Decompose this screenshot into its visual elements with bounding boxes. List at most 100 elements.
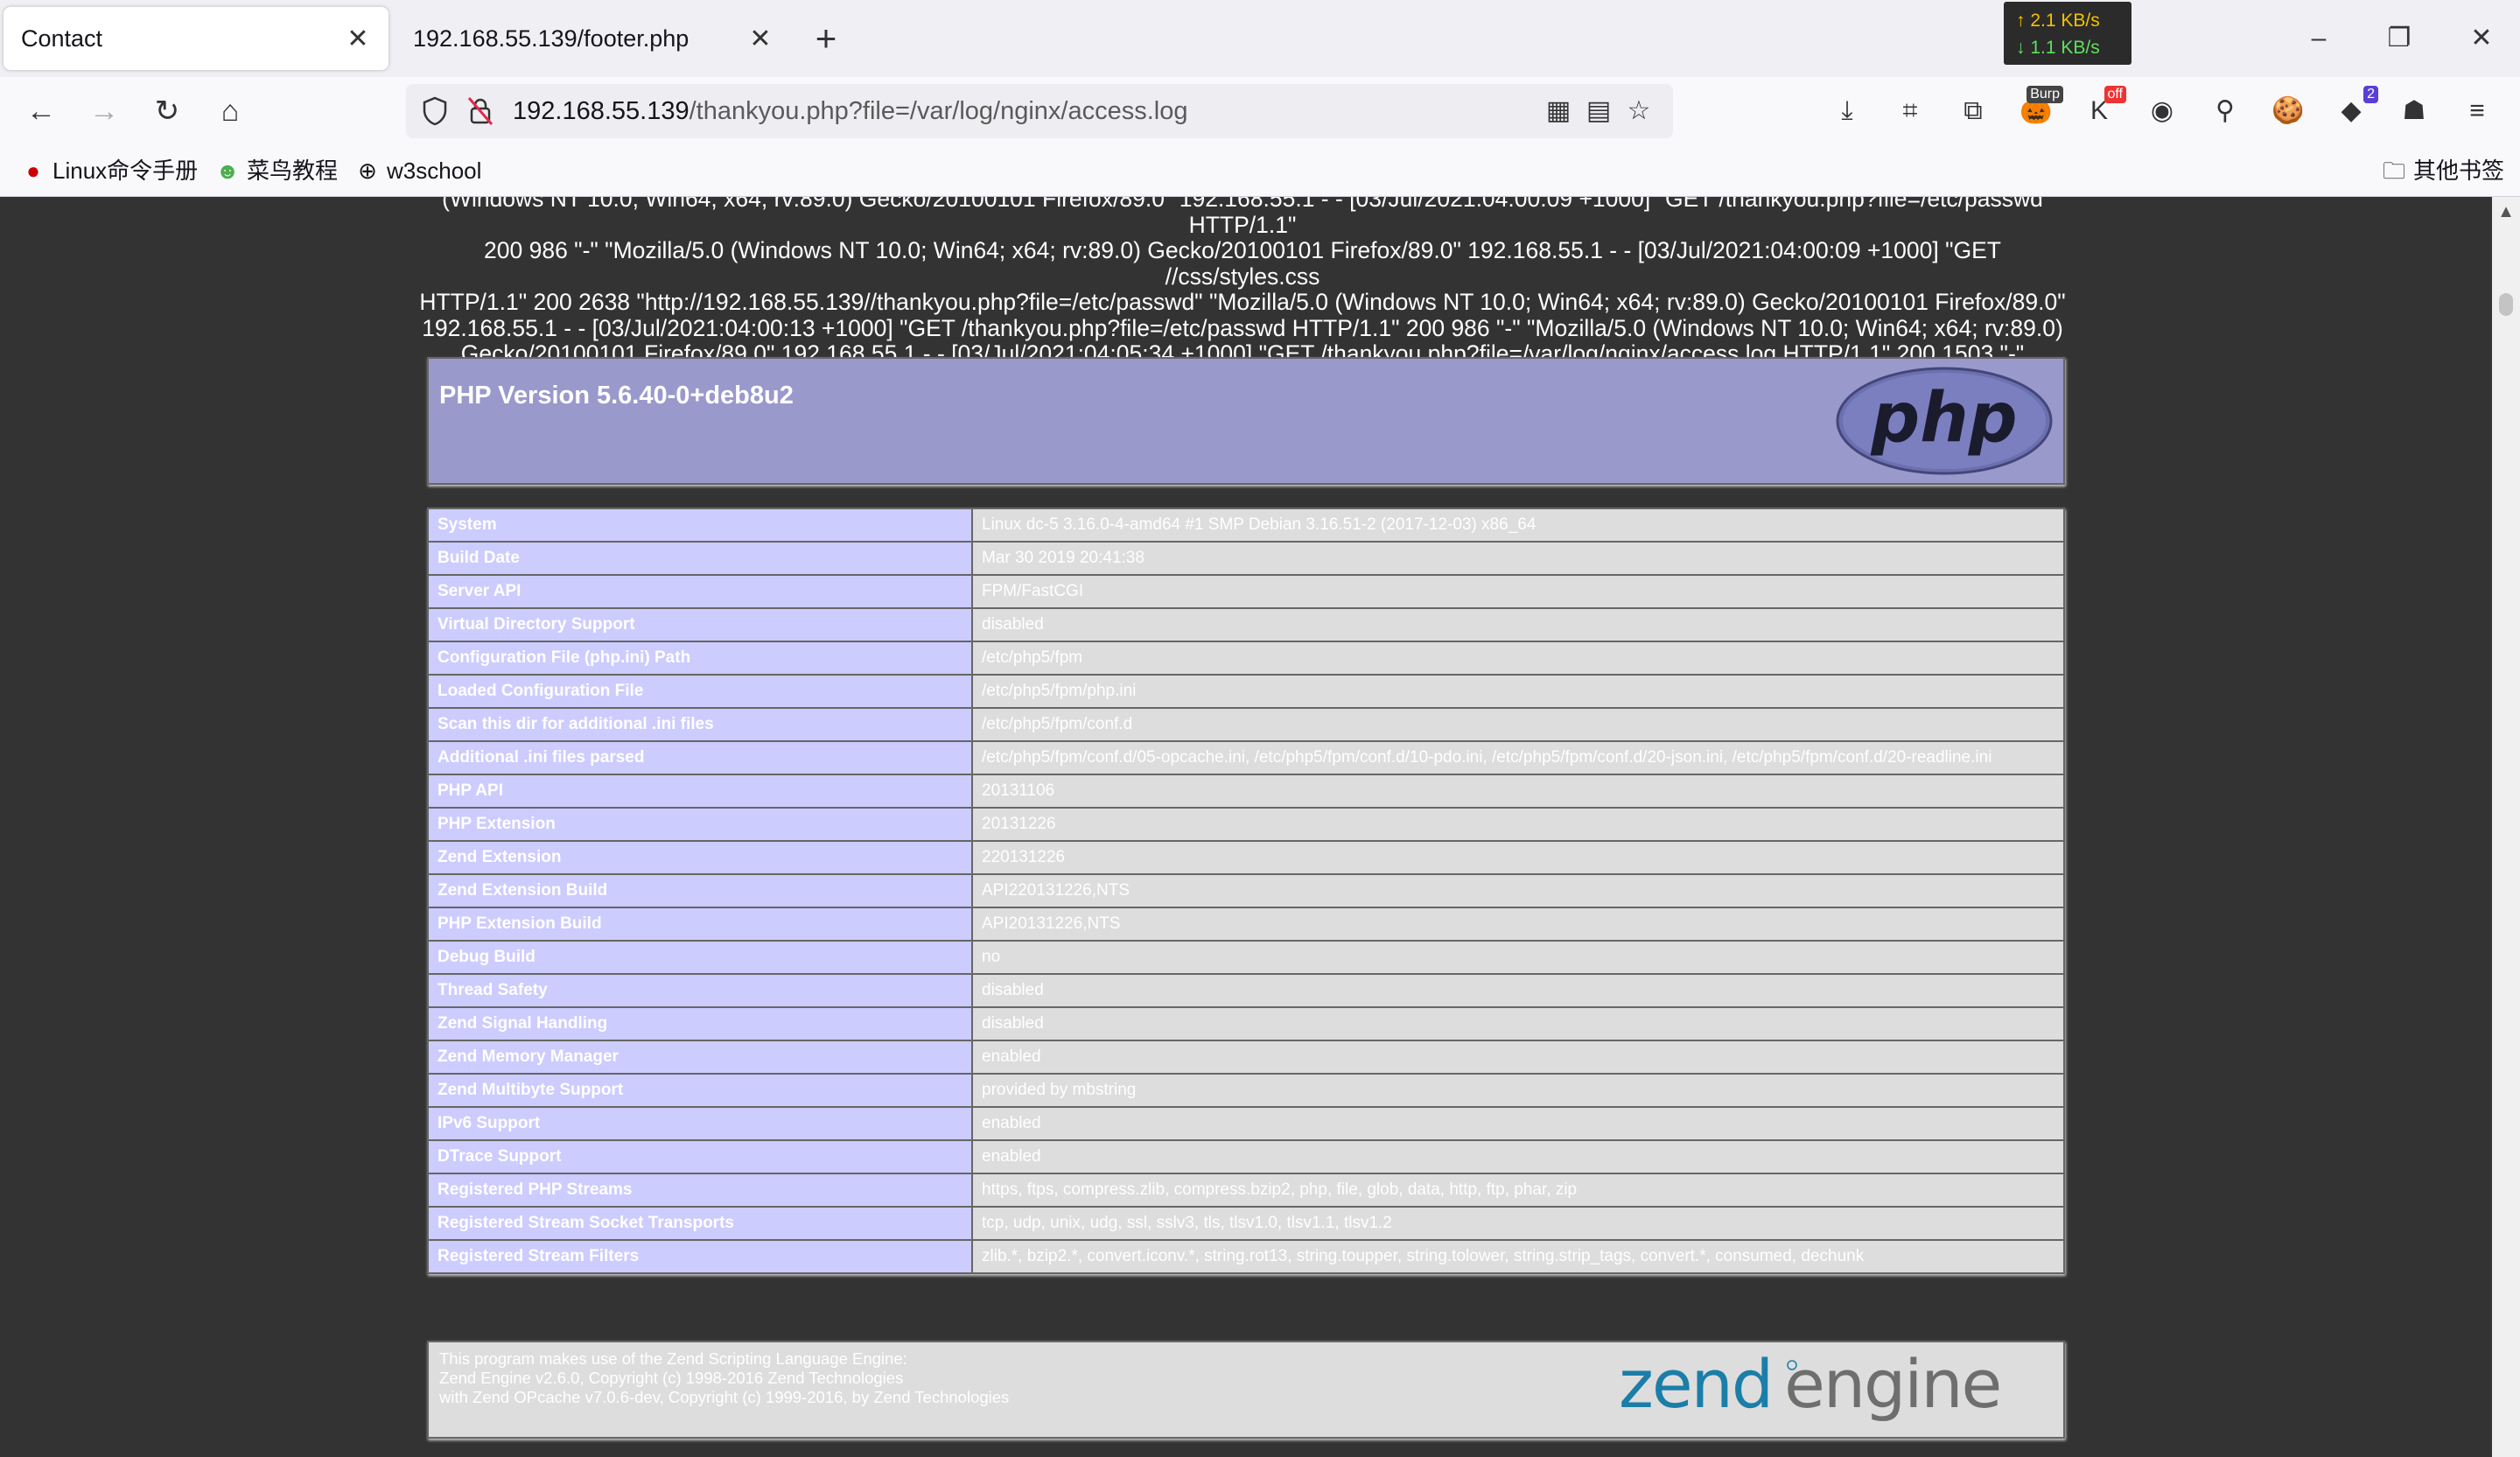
table-row: Registered Stream Socket Transports tcp, … xyxy=(427,1206,2065,1241)
tab-label: Contact xyxy=(21,25,103,52)
info-value-cell: API20131226,NTS xyxy=(971,907,2065,942)
zend-logo-part2: engine xyxy=(1784,1346,2000,1423)
info-value-cell: tcp, udp, unix, udg, ssl, sslv3, tls, tl… xyxy=(971,1206,2065,1241)
table-row: IPv6 Support enabled xyxy=(427,1106,2065,1141)
bookmark-linux[interactable]: ● Linux命令手册 xyxy=(19,154,198,187)
table-row: Debug Build no xyxy=(427,940,2065,975)
info-value-cell: 20131226 xyxy=(971,807,2065,842)
info-label-cell: Zend Extension Build xyxy=(427,873,973,908)
new-tab-plus-icon[interactable]: + xyxy=(805,18,847,60)
download-icon[interactable]: ⤓ xyxy=(1825,89,1869,133)
scroll-thumb[interactable] xyxy=(2499,293,2513,316)
table-row: Scan this dir for additional .ini files /… xyxy=(427,707,2065,742)
zend-engine-box: This program makes use of the Zend Scrip… xyxy=(427,1341,2065,1439)
table-row: PHP Extension Build API20131226,NTS xyxy=(427,907,2065,942)
table-row: Zend Multibyte Support provided by mbstri… xyxy=(427,1073,2065,1108)
screenshot-crop-icon[interactable]: ⌗ xyxy=(1888,89,1932,133)
info-label-cell: Zend Memory Manager xyxy=(427,1040,973,1075)
info-label-cell: Virtual Directory Support xyxy=(427,607,973,642)
php-version-header: PHP Version 5.6.40-0+deb8u2 php xyxy=(427,357,2065,485)
info-value-cell: /etc/php5/fpm/conf.d xyxy=(971,707,2065,742)
back-arrow-icon[interactable]: ← xyxy=(19,89,63,133)
tab-contact[interactable]: Contact ✕ xyxy=(4,7,388,70)
off-badge: off xyxy=(2104,86,2126,103)
folder-icon: 🗀 xyxy=(2382,158,2405,184)
page-scrollbar[interactable]: ▲ xyxy=(2492,197,2520,1457)
info-label-cell: DTrace Support xyxy=(427,1139,973,1174)
user-agent-icon[interactable]: ☗ xyxy=(2392,89,2436,133)
tag-extension-icon[interactable]: ◆ 2 xyxy=(2329,86,2378,133)
address-bar[interactable]: 192.168.55.139/thankyou.php?file=/var/lo… xyxy=(406,84,1673,138)
insecure-lock-icon[interactable] xyxy=(458,89,502,133)
cookie-icon[interactable]: 🍪 xyxy=(2266,89,2310,133)
info-label-cell: Zend Signal Handling xyxy=(427,1006,973,1041)
restore-window-icon[interactable]: ❐ xyxy=(2373,12,2426,65)
php-logo-text: php xyxy=(1870,379,2017,458)
info-value-cell: provided by mbstring xyxy=(971,1073,2065,1108)
info-label-cell: Additional .ini files parsed xyxy=(427,740,973,775)
info-value-cell: disabled xyxy=(971,973,2065,1008)
close-tab-icon[interactable]: ✕ xyxy=(345,24,371,54)
info-label-cell: PHP Extension xyxy=(427,807,973,842)
bookmarks-toolbar: ● Linux命令手册 ☻ 菜鸟教程 ⊕ w3school 🗀 其他书签 xyxy=(0,145,2520,197)
network-speed-widget: ↑ 2.1 KB/s ↓ 1.1 KB/s xyxy=(2004,2,2132,65)
tab-bar: Contact ✕ 192.168.55.139/footer.php ✕ + … xyxy=(0,0,2520,77)
page-content: (Windows NT 10.0; Win64; x64; rv:89.0) G… xyxy=(0,197,2492,1457)
menu-hamburger-icon[interactable]: ≡ xyxy=(2455,89,2499,133)
info-label-cell: Scan this dir for additional .ini files xyxy=(427,707,973,742)
proxy-switch-icon[interactable]: Koff xyxy=(2077,86,2126,133)
runoob-icon: ☻ xyxy=(215,158,240,184)
info-label-cell: Server API xyxy=(427,574,973,609)
zend-logo-part1: zend xyxy=(1619,1346,1772,1423)
info-value-cell: API220131226,NTS xyxy=(971,873,2065,908)
table-row: Registered PHP Streams https, ftps, compr… xyxy=(427,1173,2065,1208)
shield-icon[interactable] xyxy=(413,89,457,133)
info-label-cell: System xyxy=(427,508,973,543)
record-icon[interactable]: ◉ xyxy=(2140,89,2184,133)
tab-footer[interactable]: 192.168.55.139/footer.php ✕ xyxy=(396,7,791,70)
info-label-cell: Thread Safety xyxy=(427,973,973,1008)
url-text[interactable]: 192.168.55.139/thankyou.php?file=/var/lo… xyxy=(513,84,1187,138)
info-value-cell: Mar 30 2019 20:41:38 xyxy=(971,541,2065,576)
info-label-cell: Debug Build xyxy=(427,940,973,975)
close-tab-icon[interactable]: ✕ xyxy=(747,24,774,54)
forward-arrow-icon[interactable]: → xyxy=(82,89,126,133)
bookmark-runoob[interactable]: ☻ 菜鸟教程 xyxy=(214,154,338,187)
bookmark-w3school[interactable]: ⊕ w3school xyxy=(354,154,481,187)
close-window-icon[interactable]: ✕ xyxy=(2455,12,2508,65)
bookmark-label: 菜鸟教程 xyxy=(247,158,339,184)
upload-speed: ↑ 2.1 KB/s xyxy=(2016,11,2100,31)
table-row: Thread Safety disabled xyxy=(427,973,2065,1008)
info-value-cell: FPM/FastCGI xyxy=(971,574,2065,609)
info-value-cell: /etc/php5/fpm/php.ini xyxy=(971,674,2065,709)
table-row: Server API FPM/FastCGI xyxy=(427,574,2065,609)
info-label-cell: Loaded Configuration File xyxy=(427,674,973,709)
info-label-cell: PHP API xyxy=(427,774,973,809)
minimize-window-icon[interactable]: – xyxy=(2292,12,2345,65)
table-row: Additional .ini files parsed/etc/php5/fp… xyxy=(427,740,2065,775)
info-value-cell: disabled xyxy=(971,607,2065,642)
table-row: Configuration File (php.ini) Path/etc/ph… xyxy=(427,641,2065,676)
info-value-cell: enabled xyxy=(971,1139,2065,1174)
pin-location-icon[interactable]: ⚲ xyxy=(2203,89,2247,133)
other-bookmarks[interactable]: 🗀 其他书签 xyxy=(2380,154,2504,187)
navigation-bar: ← → ↻ ⌂ 192.168.55.139/thankyou.php?file… xyxy=(0,77,2520,145)
other-bookmarks-label: 其他书签 xyxy=(2413,158,2505,184)
table-row: Loaded Configuration File/etc/php5/fpm/p… xyxy=(427,674,2065,709)
info-value-cell: no xyxy=(971,940,2065,975)
extensions-puzzle-icon[interactable]: ⧉ xyxy=(1951,89,1995,133)
reader-view-icon[interactable]: ▤ xyxy=(1577,89,1620,133)
table-row: Zend Memory Manager enabled xyxy=(427,1040,2065,1075)
burp-proxy-icon[interactable]: 🎃 Burp xyxy=(2014,86,2063,133)
qr-code-icon[interactable]: ▦ xyxy=(1536,89,1580,133)
info-label-cell: IPv6 Support xyxy=(427,1106,973,1141)
globe-icon: ⊕ xyxy=(358,158,377,184)
info-value-cell: 20131106 xyxy=(971,774,2065,809)
info-value-cell: zlib.*, bzip2.*, convert.iconv.*, string… xyxy=(971,1239,2065,1274)
info-value-cell: disabled xyxy=(971,1006,2065,1041)
bookmark-label: w3school xyxy=(387,158,482,184)
bookmark-star-icon[interactable]: ☆ xyxy=(1617,89,1661,133)
reload-icon[interactable]: ↻ xyxy=(145,89,189,133)
scroll-up-arrow-icon[interactable]: ▲ xyxy=(2492,202,2520,222)
home-icon[interactable]: ⌂ xyxy=(208,89,252,133)
